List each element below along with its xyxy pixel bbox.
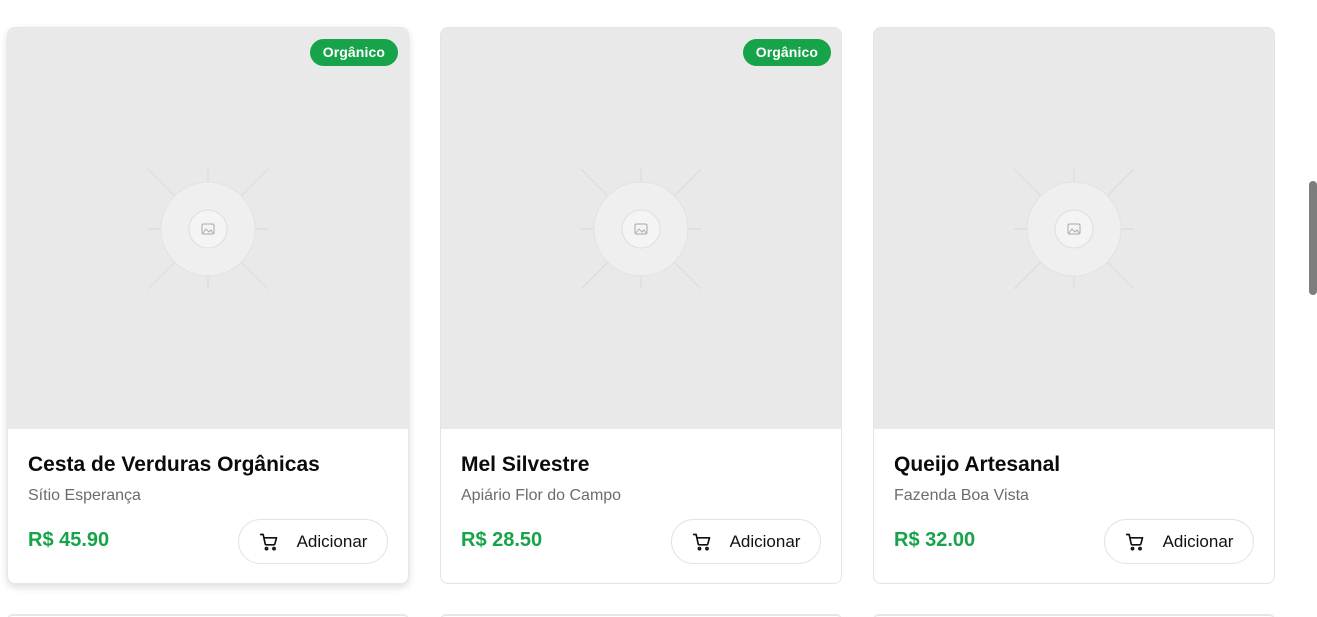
product-image-placeholder: Orgânico [8,28,408,429]
scrollbar-thumb[interactable] [1309,181,1317,295]
organic-badge: Orgânico [742,39,831,66]
add-button-label: Adicionar [729,531,801,551]
product-image-placeholder [874,28,1274,429]
product-grid-page: Orgânico Cesta de Verduras Orgânicas Sít… [0,0,1317,617]
image-placeholder-icon [147,168,269,289]
producer-name: Apiário Flor do Campo [461,487,622,504]
add-to-cart-button[interactable]: Adicionar [238,519,388,564]
add-to-cart-button[interactable]: Adicionar [671,519,821,564]
producer-name: Fazenda Boa Vista [894,487,1029,504]
product-price: R$ 45.90 [28,529,110,551]
product-card[interactable]: Orgânico Cesta de Verduras Orgânicas Sít… [7,27,409,584]
add-to-cart-button[interactable]: Adicionar [1104,519,1254,564]
add-button-label: Adicionar [296,531,368,551]
product-card[interactable]: Queijo Artesanal Fazenda Boa Vista R$ 32… [873,27,1275,584]
product-price: R$ 32.00 [894,529,976,551]
product-title: Cesta de Verduras Orgânicas [28,453,320,476]
product-title: Queijo Artesanal [894,453,1061,476]
shopping-cart-icon [259,532,279,552]
image-placeholder-icon [1013,168,1135,289]
add-button-label: Adicionar [1162,531,1234,551]
shopping-cart-icon [1125,532,1145,552]
image-placeholder-icon [580,168,702,289]
product-card[interactable]: Orgânico Mel Silvestre Apiário Flor do C… [440,27,842,584]
organic-badge: Orgânico [309,39,398,66]
product-image-placeholder: Orgânico [441,28,841,429]
product-title: Mel Silvestre [461,453,590,476]
shopping-cart-icon [692,532,712,552]
producer-name: Sítio Esperança [28,487,141,504]
product-price: R$ 28.50 [461,529,543,551]
